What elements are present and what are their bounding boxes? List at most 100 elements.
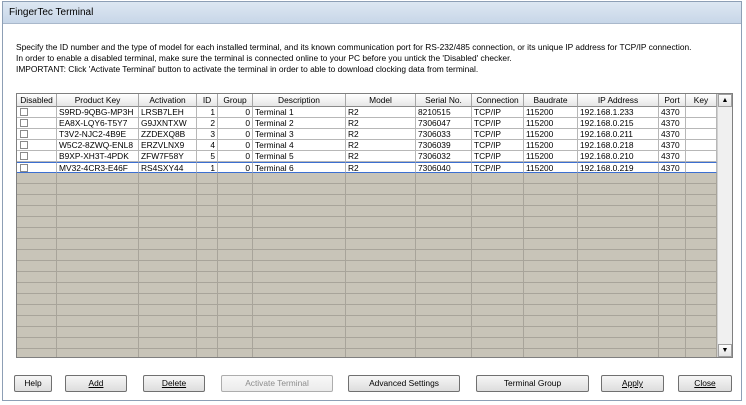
delete-button[interactable]: Delete	[143, 375, 205, 392]
cell-group[interactable]: 0	[218, 118, 253, 129]
cell-port[interactable]: 4370	[659, 107, 686, 118]
column-header-product-key[interactable]: Product Key	[57, 94, 139, 107]
cell-port[interactable]: 4370	[659, 129, 686, 140]
cell-ip-address[interactable]: 192.168.0.218	[578, 140, 659, 151]
cell-product-key[interactable]: T3V2-NJC2-4B9E	[57, 129, 139, 140]
cell-baudrate[interactable]: 115200	[524, 151, 578, 162]
cell-group[interactable]: 0	[218, 129, 253, 140]
apply-button[interactable]: Apply	[601, 375, 664, 392]
cell-id[interactable]: 1	[197, 107, 218, 118]
disabled-checkbox[interactable]	[20, 130, 28, 138]
cell-model[interactable]: R2	[346, 151, 416, 162]
cell-product-key[interactable]: B9XP-XH3T-4PDK	[57, 151, 139, 162]
cell-group[interactable]: 0	[218, 140, 253, 151]
cell-connection[interactable]: TCP/IP	[472, 118, 524, 129]
cell-activation[interactable]: ZFW7F58Y	[139, 151, 197, 162]
cell-id[interactable]: 5	[197, 151, 218, 162]
column-header-group[interactable]: Group	[218, 94, 253, 107]
advanced-settings-button[interactable]: Advanced Settings	[348, 375, 460, 392]
cell-model[interactable]: R2	[346, 140, 416, 151]
cell-port[interactable]: 4370	[659, 162, 686, 173]
cell-serial-no[interactable]: 7306047	[416, 118, 472, 129]
cell-ip-address[interactable]: 192.168.1.233	[578, 107, 659, 118]
scroll-down-icon[interactable]: ▼	[718, 344, 732, 357]
disabled-checkbox[interactable]	[20, 164, 28, 172]
disabled-checkbox[interactable]	[20, 108, 28, 116]
cell-connection[interactable]: TCP/IP	[472, 162, 524, 173]
cell-model[interactable]: R2	[346, 162, 416, 173]
cell-activation[interactable]: G9JXNTXW	[139, 118, 197, 129]
cell-key[interactable]	[686, 162, 717, 173]
cell-ip-address[interactable]: 192.168.0.219	[578, 162, 659, 173]
disabled-checkbox[interactable]	[20, 119, 28, 127]
cell-connection[interactable]: TCP/IP	[472, 151, 524, 162]
cell-id[interactable]: 2	[197, 118, 218, 129]
disabled-checkbox[interactable]	[20, 141, 28, 149]
table-row[interactable]: MV32-4CR3-E46F RS4SXY44 1 0 Terminal 6 R2 7306…	[17, 162, 717, 173]
column-header-ip-address[interactable]: IP Address	[578, 94, 659, 107]
help-button[interactable]: Help	[14, 375, 52, 392]
cell-connection[interactable]: TCP/IP	[472, 129, 524, 140]
column-header-connection[interactable]: Connection	[472, 94, 524, 107]
disabled-cell[interactable]	[17, 151, 57, 162]
cell-description[interactable]: Terminal 3	[253, 129, 346, 140]
cell-product-key[interactable]: EA8X-LQY6-T5Y7	[57, 118, 139, 129]
cell-baudrate[interactable]: 115200	[524, 140, 578, 151]
cell-serial-no[interactable]: 8210515	[416, 107, 472, 118]
cell-serial-no[interactable]: 7306033	[416, 129, 472, 140]
cell-port[interactable]: 4370	[659, 151, 686, 162]
cell-model[interactable]: R2	[346, 118, 416, 129]
cell-activation[interactable]: ERZVLNX9	[139, 140, 197, 151]
cell-description[interactable]: Terminal 4	[253, 140, 346, 151]
scroll-up-icon[interactable]: ▲	[718, 94, 732, 107]
cell-group[interactable]: 0	[218, 151, 253, 162]
cell-baudrate[interactable]: 115200	[524, 129, 578, 140]
cell-activation[interactable]: ZZDEXQ8B	[139, 129, 197, 140]
close-button[interactable]: Close	[678, 375, 732, 392]
cell-id[interactable]: 4	[197, 140, 218, 151]
table-row[interactable]: T3V2-NJC2-4B9E ZZDEXQ8B 3 0 Terminal 3 R2 7306…	[17, 129, 717, 140]
terminal-group-button[interactable]: Terminal Group	[476, 375, 589, 392]
cell-serial-no[interactable]: 7306032	[416, 151, 472, 162]
cell-connection[interactable]: TCP/IP	[472, 140, 524, 151]
cell-baudrate[interactable]: 115200	[524, 162, 578, 173]
cell-id[interactable]: 3	[197, 129, 218, 140]
cell-id[interactable]: 1	[197, 162, 218, 173]
cell-port[interactable]: 4370	[659, 140, 686, 151]
table-row[interactable]: S9RD-9QBG-MP3H LRSB7LEH 1 0 Terminal 1 R2 8210…	[17, 107, 717, 118]
column-header-activation[interactable]: Activation	[139, 94, 197, 107]
column-header-baudrate[interactable]: Baudrate	[524, 94, 578, 107]
cell-product-key[interactable]: W5C2-8ZWQ-ENL8	[57, 140, 139, 151]
cell-product-key[interactable]: MV32-4CR3-E46F	[57, 162, 139, 173]
disabled-cell[interactable]	[17, 140, 57, 151]
cell-model[interactable]: R2	[346, 107, 416, 118]
disabled-cell[interactable]	[17, 107, 57, 118]
column-header-key[interactable]: Key	[686, 94, 717, 107]
activate-terminal-button[interactable]: Activate Terminal	[221, 375, 333, 392]
cell-key[interactable]	[686, 151, 717, 162]
column-header-description[interactable]: Description	[253, 94, 346, 107]
cell-activation[interactable]: RS4SXY44	[139, 162, 197, 173]
disabled-cell[interactable]	[17, 129, 57, 140]
cell-key[interactable]	[686, 140, 717, 151]
cell-ip-address[interactable]: 192.168.0.211	[578, 129, 659, 140]
cell-description[interactable]: Terminal 1	[253, 107, 346, 118]
cell-description[interactable]: Terminal 5	[253, 151, 346, 162]
cell-ip-address[interactable]: 192.168.0.215	[578, 118, 659, 129]
cell-serial-no[interactable]: 7306039	[416, 140, 472, 151]
column-header-disabled[interactable]: Disabled	[17, 94, 57, 107]
cell-serial-no[interactable]: 7306040	[416, 162, 472, 173]
column-header-model[interactable]: Model	[346, 94, 416, 107]
cell-port[interactable]: 4370	[659, 118, 686, 129]
cell-key[interactable]	[686, 129, 717, 140]
table-row[interactable]: EA8X-LQY6-T5Y7 G9JXNTXW 2 0 Terminal 2 R2 7306…	[17, 118, 717, 129]
table-row[interactable]: W5C2-8ZWQ-ENL8 ERZVLNX9 4 0 Terminal 4 R2 7306…	[17, 140, 717, 151]
cell-description[interactable]: Terminal 2	[253, 118, 346, 129]
cell-key[interactable]	[686, 118, 717, 129]
disabled-cell[interactable]	[17, 162, 57, 173]
column-header-port[interactable]: Port	[659, 94, 686, 107]
cell-activation[interactable]: LRSB7LEH	[139, 107, 197, 118]
cell-group[interactable]: 0	[218, 162, 253, 173]
cell-connection[interactable]: TCP/IP	[472, 107, 524, 118]
add-button[interactable]: Add	[65, 375, 127, 392]
